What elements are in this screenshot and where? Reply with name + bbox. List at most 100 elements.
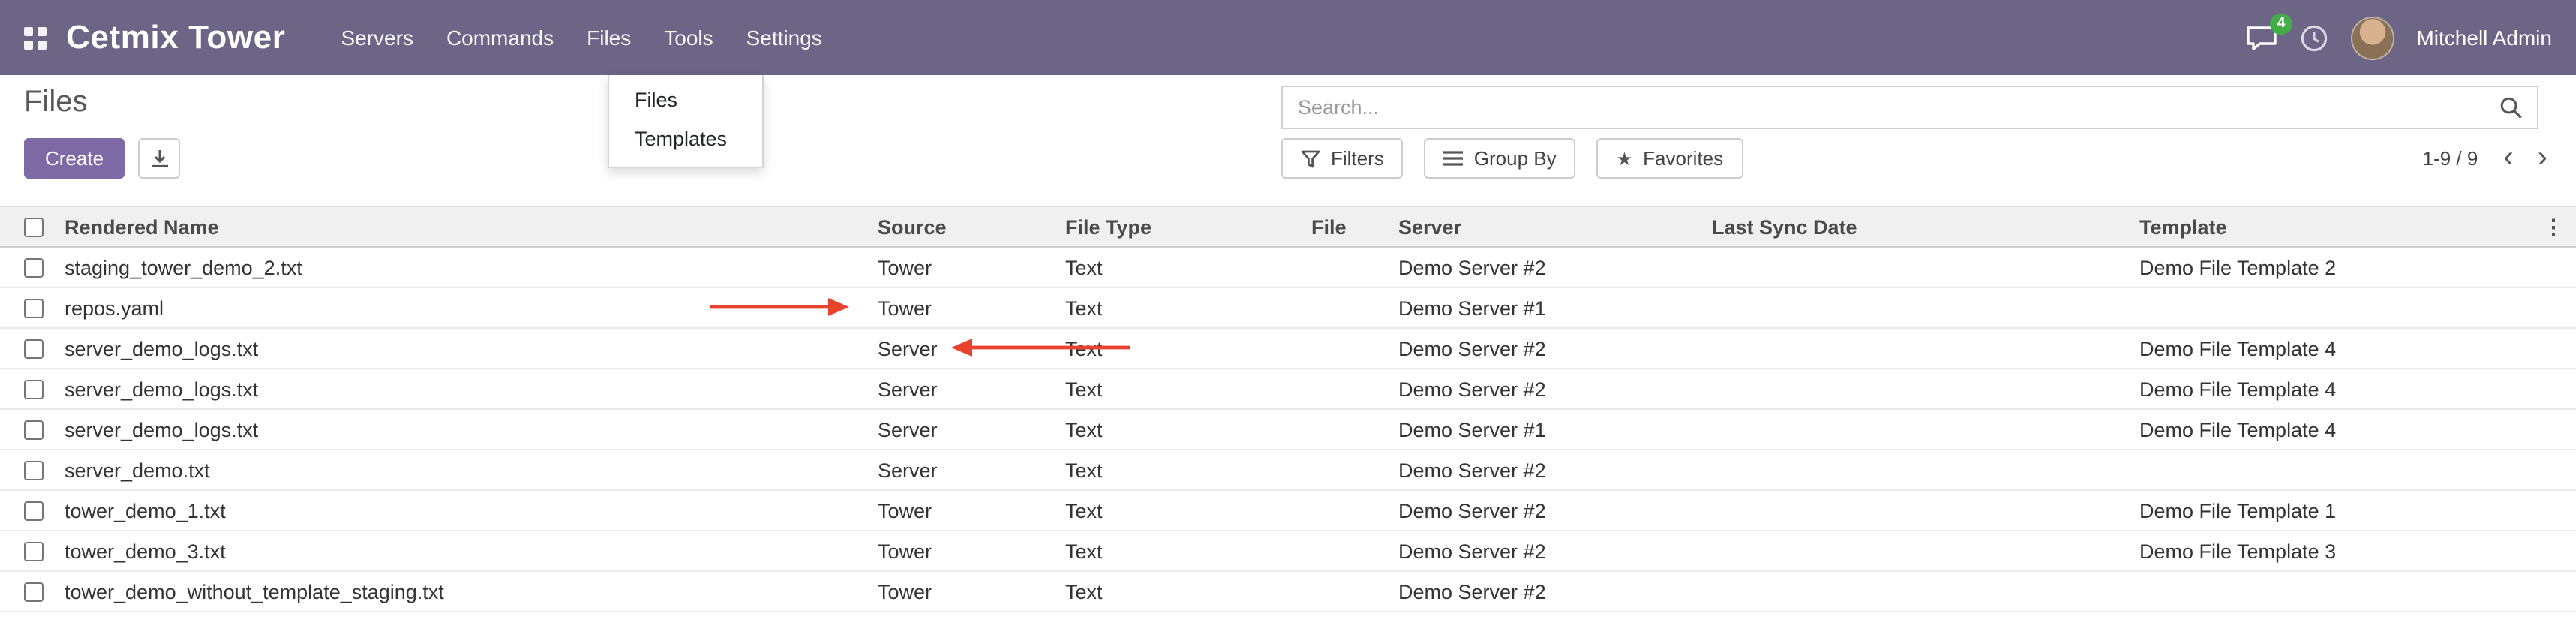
table-row[interactable]: tower_demo_3.txt Tower Text Demo Server … [0,531,2576,571]
cell-template[interactable]: Demo File Template 2 [2132,247,2535,287]
cell-file-type[interactable]: Text [1058,409,1304,450]
row-checkbox[interactable] [24,502,44,522]
cell-source[interactable]: Tower [870,247,1058,287]
search-input[interactable] [1283,96,2499,119]
cell-template[interactable]: Demo File Template 1 [2132,490,2535,531]
cell-file-type[interactable]: Text [1058,247,1304,287]
cell-file[interactable] [1304,328,1391,369]
cell-source[interactable]: Tower [870,531,1058,571]
cell-last-sync-date[interactable] [1704,490,2132,531]
select-all-checkbox[interactable] [24,218,44,238]
cell-template[interactable] [2132,450,2535,490]
nav-item-commands[interactable]: Commands [430,0,570,75]
dropdown-item-files[interactable]: Files [609,81,762,120]
row-checkbox[interactable] [24,299,44,319]
row-checkbox-cell[interactable] [0,369,57,409]
row-checkbox[interactable] [24,340,44,360]
table-row[interactable]: server_demo.txt Server Text Demo Server … [0,450,2576,490]
cell-server[interactable]: Demo Server #2 [1391,247,1704,287]
select-all-cell[interactable] [0,206,57,247]
row-checkbox-cell[interactable] [0,571,57,612]
cell-rendered-name[interactable]: server_demo_logs.txt [57,409,870,450]
cell-file[interactable] [1304,287,1391,328]
row-checkbox[interactable] [24,543,44,562]
column-header-server[interactable]: Server [1391,206,1704,247]
cell-last-sync-date[interactable] [1704,247,2132,287]
apps-grid-icon[interactable] [24,26,47,49]
pager-previous-icon[interactable]: ‹ [2496,140,2520,177]
table-row[interactable]: server_demo_logs.txt Server Text Demo Se… [0,328,2576,369]
cell-template[interactable]: Demo File Template 4 [2132,328,2535,369]
filters-button[interactable]: Filters [1281,138,1404,179]
nav-item-settings[interactable]: Settings [730,0,839,75]
cell-file[interactable] [1304,531,1391,571]
cell-file[interactable] [1304,247,1391,287]
column-header-file[interactable]: File [1304,206,1391,247]
cell-last-sync-date[interactable] [1704,287,2132,328]
row-checkbox-cell[interactable] [0,287,57,328]
cell-template[interactable]: Demo File Template 3 [2132,531,2535,571]
export-button[interactable] [138,138,180,179]
cell-source[interactable]: Server [870,450,1058,490]
cell-file[interactable] [1304,490,1391,531]
user-menu[interactable]: Mitchell Admin [2416,26,2552,50]
cell-last-sync-date[interactable] [1704,369,2132,409]
nav-item-tools[interactable]: Tools [647,0,729,75]
cell-rendered-name[interactable]: staging_tower_demo_2.txt [57,247,870,287]
row-checkbox-cell[interactable] [0,409,57,450]
cell-file-type[interactable]: Text [1058,490,1304,531]
cell-server[interactable]: Demo Server #2 [1391,571,1704,612]
create-button[interactable]: Create [24,138,125,179]
cell-last-sync-date[interactable] [1704,450,2132,490]
cell-file-type[interactable]: Text [1058,571,1304,612]
table-row[interactable]: staging_tower_demo_2.txt Tower Text Demo… [0,247,2576,287]
cell-template[interactable] [2132,571,2535,612]
cell-rendered-name[interactable]: tower_demo_3.txt [57,531,870,571]
cell-source[interactable]: Server [870,409,1058,450]
row-checkbox[interactable] [24,462,44,481]
table-row[interactable]: server_demo_logs.txt Server Text Demo Se… [0,409,2576,450]
cell-last-sync-date[interactable] [1704,531,2132,571]
pager-next-icon[interactable]: › [2530,140,2555,177]
column-header-last-sync-date[interactable]: Last Sync Date [1704,206,2132,247]
cell-file[interactable] [1304,369,1391,409]
row-checkbox-cell[interactable] [0,490,57,531]
table-row[interactable]: tower_demo_without_template_staging.txt … [0,571,2576,612]
cell-file-type[interactable]: Text [1058,369,1304,409]
dropdown-item-templates[interactable]: Templates [609,120,762,159]
row-checkbox[interactable] [24,381,44,400]
cell-last-sync-date[interactable] [1704,571,2132,612]
group-by-button[interactable]: Group By [1425,138,1576,179]
column-header-template[interactable]: Template [2132,206,2535,247]
cell-last-sync-date[interactable] [1704,328,2132,369]
cell-source[interactable]: Tower [870,571,1058,612]
cell-server[interactable]: Demo Server #2 [1391,450,1704,490]
brand-title[interactable]: Cetmix Tower [66,18,285,57]
cell-template[interactable] [2132,287,2535,328]
cell-source[interactable]: Tower [870,490,1058,531]
cell-file[interactable] [1304,450,1391,490]
cell-file[interactable] [1304,571,1391,612]
row-checkbox-cell[interactable] [0,531,57,571]
cell-rendered-name[interactable]: server_demo_logs.txt [57,369,870,409]
row-checkbox-cell[interactable] [0,328,57,369]
row-checkbox[interactable] [24,583,44,603]
favorites-button[interactable]: ★ Favorites [1597,138,1743,179]
cell-server[interactable]: Demo Server #1 [1391,287,1704,328]
cell-server[interactable]: Demo Server #2 [1391,490,1704,531]
table-row[interactable]: server_demo_logs.txt Server Text Demo Se… [0,369,2576,409]
cell-template[interactable]: Demo File Template 4 [2132,369,2535,409]
cell-rendered-name[interactable]: server_demo.txt [57,450,870,490]
cell-source[interactable]: Server [870,328,1058,369]
row-checkbox-cell[interactable] [0,450,57,490]
cell-server[interactable]: Demo Server #1 [1391,409,1704,450]
cell-rendered-name[interactable]: tower_demo_without_template_staging.txt [57,571,870,612]
user-avatar[interactable] [2350,16,2394,59]
cell-template[interactable]: Demo File Template 4 [2132,409,2535,450]
column-header-file-type[interactable]: File Type [1058,206,1304,247]
column-header-rendered-name[interactable]: Rendered Name [57,206,870,247]
cell-file-type[interactable]: Text [1058,450,1304,490]
optional-columns-cell[interactable]: ⋮ [2535,206,2576,247]
nav-item-servers[interactable]: Servers [324,0,429,75]
row-checkbox-cell[interactable] [0,247,57,287]
